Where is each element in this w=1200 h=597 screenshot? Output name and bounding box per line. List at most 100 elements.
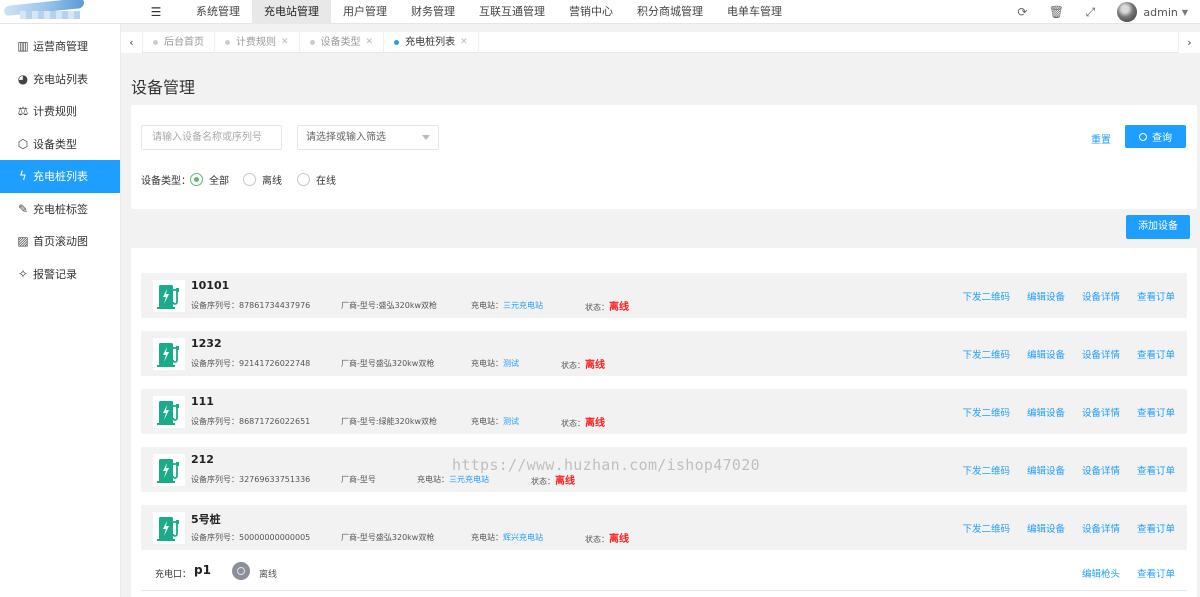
edit-gun-button[interactable]: 编辑枪头 [1082,566,1120,580]
close-icon[interactable]: ✕ [366,32,374,53]
station-link[interactable]: 三元充电站 [449,475,489,484]
view-orders-button[interactable]: 查看订单 [1137,521,1175,535]
sidebar-item-operators[interactable]: ▥ 运营商管理 [0,30,120,63]
station-link[interactable]: 测试 [503,417,519,426]
device-detail-button[interactable]: 设备详情 [1082,347,1120,361]
device-detail-button[interactable]: 设备详情 [1082,405,1120,419]
user-name[interactable]: admin [1143,6,1177,19]
station-link[interactable]: 辉兴充电站 [503,533,543,542]
nav-user[interactable]: 用户管理 [331,0,399,24]
tab-device-types[interactable]: 设备类型 ✕ [300,32,385,53]
send-qrcode-button[interactable]: 下发二维码 [962,347,1010,361]
nav-finance[interactable]: 财务管理 [399,0,467,24]
image-icon: ▨ [17,234,29,249]
device-model: 厂商-型号盛弘320kw双枪 [341,359,435,368]
radio-circle [243,173,256,186]
station-label: 充电站： [471,359,503,368]
status-badge: 离线 [585,360,605,371]
send-qrcode-button[interactable]: 下发二维码 [962,405,1010,419]
radio-label: 在线 [316,176,336,187]
device-detail-button[interactable]: 设备详情 [1082,463,1120,477]
sidebar-item-billing[interactable]: ⚖ 计费规则 [0,95,120,128]
view-orders-button[interactable]: 查看订单 [1137,463,1175,477]
send-qrcode-button[interactable]: 下发二维码 [962,521,1010,535]
chevron-left-icon[interactable]: ‹ [121,32,143,53]
edit-device-button[interactable]: 编辑设备 [1027,463,1065,477]
sidebar-item-label: 首页滚动图 [33,235,88,249]
device-row: 10101 设备序列号：87861734437976 厂商-型号:盛弘320kw… [141,273,1187,318]
tab-billing[interactable]: 计费规则 ✕ [215,32,300,53]
sidebar-item-charger-tags[interactable]: ✎ 充电桩标签 [0,193,120,226]
nav-system[interactable]: 系统管理 [184,0,252,24]
device-detail-button[interactable]: 设备详情 [1082,289,1120,303]
device-model: 厂商-型号 [341,475,376,484]
radio-online[interactable]: 在线 [297,172,336,187]
device-detail-button[interactable]: 设备详情 [1082,521,1120,535]
search-input[interactable] [141,125,282,150]
sidebar-item-alarms[interactable]: ✧ 报警记录 [0,258,120,291]
view-orders-button[interactable]: 查看订单 [1137,347,1175,361]
sidebar-item-charger-list[interactable]: ϟ 充电桩列表 [0,160,120,193]
dot-icon [153,40,158,45]
sidebar: ▥ 运营商管理 ◕ 充电站列表 ⚖ 计费规则 ⬡ 设备类型 ϟ 充电桩列表 ✎ … [0,24,121,597]
edit-device-button[interactable]: 编辑设备 [1027,405,1065,419]
status-badge: 离线 [585,418,605,429]
view-orders-button[interactable]: 查看订单 [1137,289,1175,303]
tab-label: 充电桩列表 [405,37,456,48]
device-row: 1232 设备序列号：92141726022748 厂商-型号盛弘320kw双枪… [141,331,1187,376]
charger-icon [153,512,185,544]
charger-icon [153,280,185,312]
device-status: 状态：离线 [531,472,575,487]
view-orders-button[interactable]: 查看订单 [1137,405,1175,419]
station-label: 充电站： [471,301,503,310]
station-link[interactable]: 测试 [503,359,519,368]
tab-charger-list[interactable]: 充电桩列表 ✕ [384,32,479,53]
trash-icon[interactable]: 🗑 [1039,0,1073,24]
status-badge: 离线 [609,534,629,545]
view-orders-button[interactable]: 查看订单 [1137,566,1175,580]
nav-points-mall[interactable]: 积分商城管理 [625,0,715,24]
station-select[interactable]: 请选择或输入筛选 [297,125,439,150]
device-status: 状态：离线 [561,356,605,371]
sidebar-item-banners[interactable]: ▨ 首页滚动图 [0,225,120,258]
nav-ebike[interactable]: 电单车管理 [715,0,794,24]
close-icon[interactable]: ✕ [460,32,468,53]
tab-home[interactable]: 后台首页 [143,32,215,53]
nav-station[interactable]: 充电站管理 [252,0,331,24]
device-serial: 设备序列号：86871726022651 [191,417,311,426]
radio-circle [297,173,310,186]
send-qrcode-button[interactable]: 下发二维码 [962,463,1010,477]
station-link[interactable]: 三元充电站 [503,301,543,310]
close-icon[interactable]: ✕ [281,32,289,53]
edit-device-button[interactable]: 编辑设备 [1027,289,1065,303]
radio-offline[interactable]: 离线 [243,172,282,187]
sidebar-item-device-types[interactable]: ⬡ 设备类型 [0,128,120,161]
port-name: p1 [194,563,211,577]
nav-marketing[interactable]: 营销中心 [557,0,625,24]
edit-device-button[interactable]: 编辑设备 [1027,347,1065,361]
reset-button[interactable]: 重置 [1091,131,1111,146]
page-title: 设备管理 [131,78,196,97]
sidebar-item-stations[interactable]: ◕ 充电站列表 [0,63,120,96]
sidebar-item-label: 设备类型 [33,137,77,151]
add-device-button[interactable]: 添加设备 [1126,215,1190,239]
sidebar-item-label: 充电站列表 [33,72,88,86]
sidebar-item-label: 充电桩标签 [33,202,88,216]
menu-icon[interactable]: ☰ [146,0,166,24]
device-status: 状态：离线 [585,530,629,545]
edit-device-button[interactable]: 编辑设备 [1027,521,1065,535]
device-name: 111 [191,395,214,408]
fullscreen-icon[interactable]: ⤢ [1073,0,1107,24]
query-button[interactable]: 查询 [1125,125,1186,148]
chevron-down-icon[interactable]: ▼ [1182,8,1188,17]
radio-all[interactable]: 全部 [190,172,229,187]
device-actions: 下发二维码 编辑设备 设备详情 查看订单 [945,463,1175,477]
refresh-icon[interactable]: ⟳ [1005,0,1039,24]
dot-icon [309,40,315,45]
nav-interconnect[interactable]: 互联互通管理 [467,0,557,24]
avatar[interactable] [1117,2,1138,22]
chevron-right-icon[interactable]: › [1178,32,1200,53]
send-qrcode-button[interactable]: 下发二维码 [962,289,1010,303]
device-station: 充电站：三元充电站 [471,300,543,311]
top-bar: ☰ 系统管理 充电站管理 用户管理 财务管理 互联互通管理 营销中心 积分商城管… [0,0,1200,24]
